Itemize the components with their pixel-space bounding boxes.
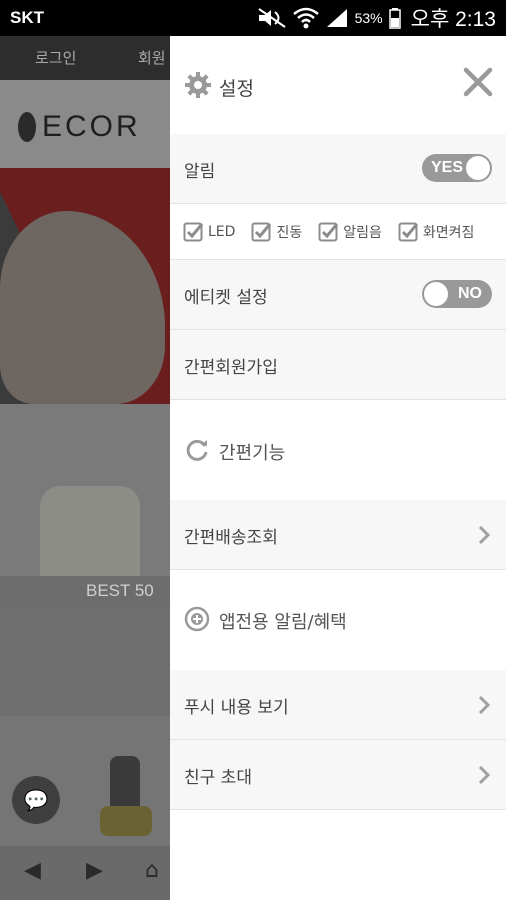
login-tab[interactable]: 로그인 <box>35 47 76 68</box>
etiquette-toggle-text: NO <box>458 285 482 302</box>
checkbox-label: 화면켜짐 <box>422 225 475 241</box>
checkbox-led[interactable]: LED <box>183 222 235 243</box>
close-icon[interactable] <box>462 66 494 98</box>
etiquette-label: 에티켓 설정 <box>184 288 268 308</box>
chevron-right-icon <box>478 525 490 545</box>
simple-features-title: 간편기능 <box>219 443 286 464</box>
checkbox-label: 진동 <box>276 225 303 241</box>
settings-drawer: 설정 알림 YES LED 진동 알림음 화면켜짐 에티켓 설정 NO 간편회원… <box>170 36 506 900</box>
logo-mark <box>18 112 36 142</box>
delivery-lookup-label: 간편배송조회 <box>184 528 278 548</box>
etiquette-toggle[interactable]: NO <box>422 280 492 308</box>
notification-toggle[interactable]: YES <box>422 154 492 182</box>
checkbox-checked-icon <box>251 222 272 241</box>
checkbox-checked-icon <box>318 222 339 241</box>
delivery-lookup-row[interactable]: 간편배송조회 <box>170 500 506 570</box>
clock: 오후 2:13 <box>410 8 496 31</box>
notification-options-row: LED 진동 알림음 화면켜짐 <box>170 204 506 260</box>
battery-icon <box>388 8 401 29</box>
toggle-knob <box>424 282 448 306</box>
bottle-base <box>100 806 152 836</box>
drawer-title: 설정 <box>219 78 254 100</box>
wifi-icon <box>292 7 319 29</box>
checkbox-sound[interactable]: 알림음 <box>318 222 382 243</box>
checkbox-label: LED <box>208 224 236 240</box>
chat-bubble-icon[interactable]: 💬 <box>12 776 60 824</box>
notification-label: 알림 <box>184 162 216 182</box>
refresh-icon <box>186 439 208 461</box>
back-arrow-icon[interactable]: ◀ <box>24 858 41 883</box>
simple-signup-row[interactable]: 간편회원가입 <box>170 330 506 400</box>
push-view-label: 푸시 내용 보기 <box>184 698 289 718</box>
drawer-header: 설정 <box>170 36 506 134</box>
best-label: BEST 50 <box>0 576 170 606</box>
chevron-right-icon <box>478 765 490 785</box>
etiquette-row: 에티켓 설정 NO <box>170 260 506 330</box>
app-benefits-section: 앱전용 알림/혜택 <box>170 570 506 670</box>
checkbox-checked-icon <box>398 222 418 241</box>
mute-icon <box>258 8 286 28</box>
status-bar: SKT 53% 오후 2:13 <box>0 0 506 36</box>
status-icons: 53% 오후 2:13 <box>257 4 496 32</box>
battery-percent: 53% <box>354 10 383 26</box>
toggle-knob <box>466 156 490 180</box>
checkbox-vibration[interactable]: 진동 <box>251 222 302 243</box>
carrier-label: SKT <box>10 8 44 27</box>
chevron-right-icon <box>478 695 490 715</box>
member-tab[interactable]: 회원 <box>138 47 166 68</box>
checkbox-label: 알림음 <box>343 225 382 241</box>
checkbox-screen-on[interactable]: 화면켜짐 <box>398 222 475 243</box>
gear-icon <box>185 72 211 98</box>
notification-row: 알림 YES <box>170 134 506 204</box>
brand-logo: ECOR <box>42 110 141 143</box>
simple-signup-label: 간편회원가입 <box>184 358 278 378</box>
signal-icon <box>326 9 347 27</box>
app-benefits-title: 앱전용 알림/혜택 <box>219 612 347 633</box>
forward-arrow-icon[interactable]: ▶ <box>86 858 103 883</box>
checkbox-group: LED 진동 알림음 화면켜짐 <box>170 204 506 260</box>
invite-friend-row[interactable]: 친구 초대 <box>170 740 506 810</box>
simple-features-section: 간편기능 <box>170 400 506 500</box>
plus-circle-icon <box>184 606 210 632</box>
notification-toggle-text: YES <box>431 159 464 176</box>
invite-friend-label: 친구 초대 <box>184 768 252 788</box>
checkbox-checked-icon <box>183 222 204 241</box>
push-view-row[interactable]: 푸시 내용 보기 <box>170 670 506 740</box>
home-icon[interactable]: ⌂ <box>145 858 159 883</box>
